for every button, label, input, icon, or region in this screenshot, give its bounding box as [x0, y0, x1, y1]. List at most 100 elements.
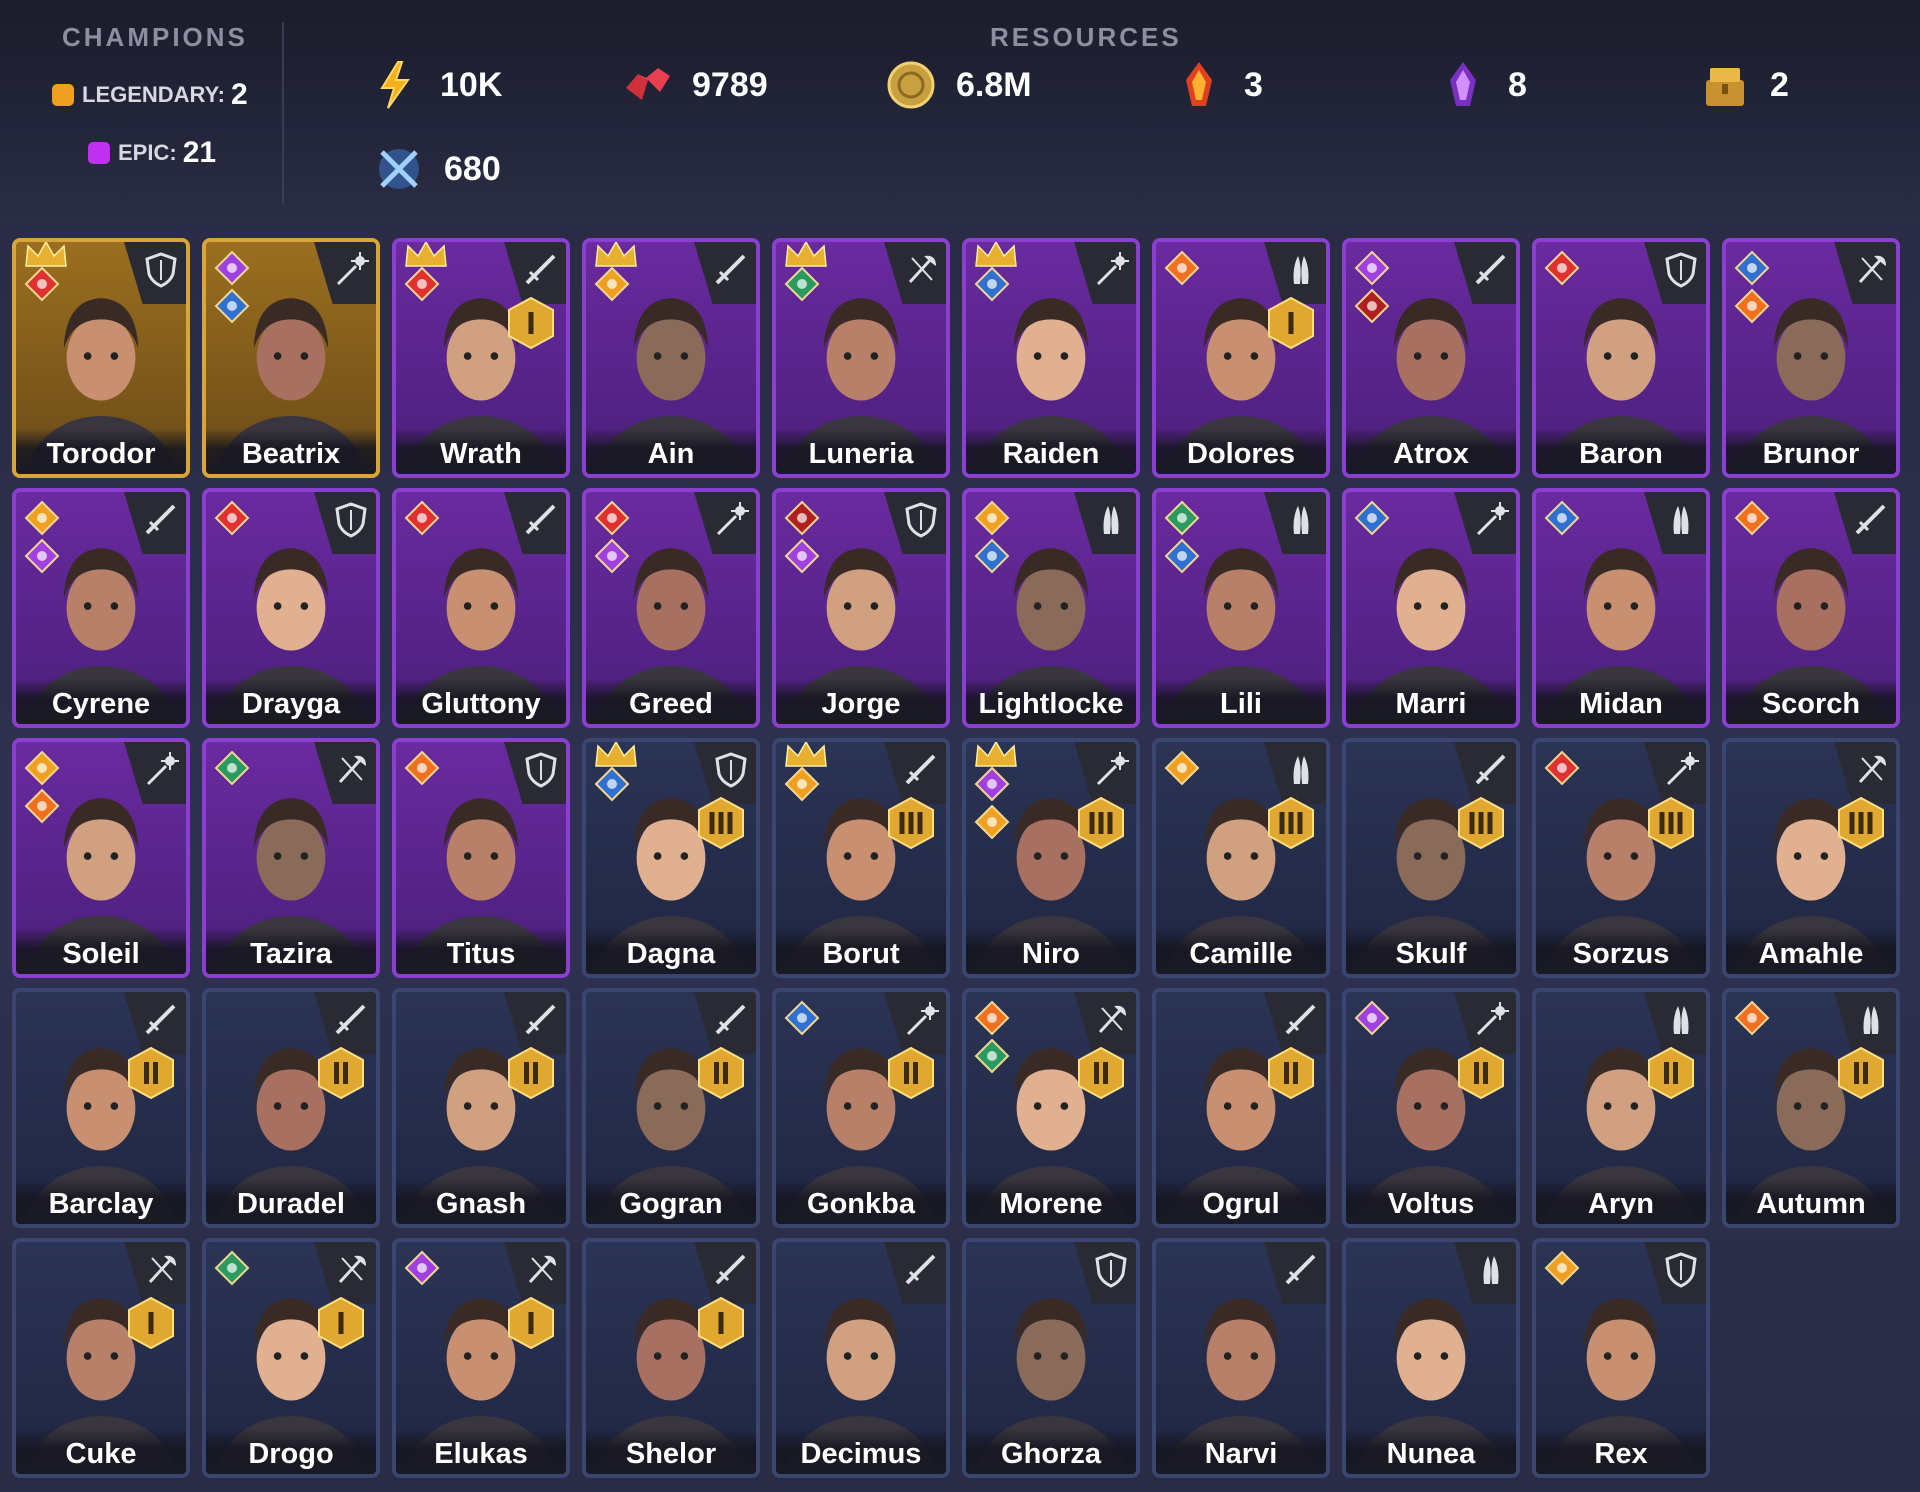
epic-count: 21	[182, 136, 217, 169]
champion-card[interactable]: Tazira	[202, 738, 380, 978]
champion-card[interactable]: Dolores	[1152, 238, 1330, 478]
void-affinity-icon	[594, 538, 630, 574]
champion-name: Torodor	[16, 428, 186, 474]
champion-card[interactable]: Ogrul	[1152, 988, 1330, 1228]
champion-card[interactable]: Ain	[582, 238, 760, 478]
champion-card[interactable]: Elukas	[392, 1238, 570, 1478]
champion-card[interactable]: Drogo	[202, 1238, 380, 1478]
champion-card[interactable]: Lili	[1152, 488, 1330, 728]
champion-name: Cyrene	[16, 678, 186, 724]
champion-name: Ogrul	[1156, 1178, 1326, 1224]
legendary-count-row: LEGENDARY: 2	[52, 78, 248, 112]
ember-affinity-icon	[24, 788, 60, 824]
champion-name: Lightlocke	[966, 678, 1136, 724]
champion-card[interactable]: Voltus	[1342, 988, 1520, 1228]
light-affinity-icon	[594, 266, 630, 302]
champion-card[interactable]: Drayga	[202, 488, 380, 728]
rank-badge-icon	[1266, 296, 1316, 350]
rank-badge-icon	[1076, 1046, 1126, 1100]
champion-card[interactable]: Niro	[962, 738, 1140, 978]
champion-card[interactable]: Gluttony	[392, 488, 570, 728]
rubies-value: 9789	[692, 65, 768, 104]
champion-card[interactable]: Torodor	[12, 238, 190, 478]
champion-card[interactable]: Greed	[582, 488, 760, 728]
champion-card[interactable]: Shelor	[582, 1238, 760, 1478]
legendary-label: LEGENDARY:	[82, 82, 225, 107]
water-affinity-icon	[1544, 500, 1580, 536]
champion-card[interactable]: Gogran	[582, 988, 760, 1228]
champion-card[interactable]: Atrox	[1342, 238, 1520, 478]
rank-badge-icon	[1076, 796, 1126, 850]
champion-card[interactable]: Sorzus	[1532, 738, 1710, 978]
champion-name: Barclay	[16, 1178, 186, 1224]
champion-card[interactable]: Barclay	[12, 988, 190, 1228]
ember-affinity-icon	[1164, 250, 1200, 286]
champion-card[interactable]: Gnash	[392, 988, 570, 1228]
champion-card[interactable]: Skulf	[1342, 738, 1520, 978]
resource-arena-token: 680	[372, 142, 501, 196]
champion-card[interactable]: Midan	[1532, 488, 1710, 728]
water-affinity-icon	[214, 288, 250, 324]
resources-title: RESOURCES	[990, 22, 1182, 52]
champion-name: Gonkba	[776, 1178, 946, 1224]
champions-title: CHAMPIONS	[62, 22, 248, 52]
champion-card[interactable]: Cuke	[12, 1238, 190, 1478]
champion-card[interactable]: Jorge	[772, 488, 950, 728]
champion-card[interactable]: Rex	[1532, 1238, 1710, 1478]
champion-name: Autumn	[1726, 1178, 1896, 1224]
champion-card[interactable]: Baron	[1532, 238, 1710, 478]
champion-card[interactable]: Amahle	[1722, 738, 1900, 978]
champion-card[interactable]: Aryn	[1532, 988, 1710, 1228]
champion-name: Skulf	[1346, 928, 1516, 974]
champion-card[interactable]: Narvi	[1152, 1238, 1330, 1478]
rank-badge-icon	[1836, 796, 1886, 850]
champion-card[interactable]: Gonkba	[772, 988, 950, 1228]
crown-icon	[404, 242, 448, 268]
champion-card[interactable]: Borut	[772, 738, 950, 978]
rank-badge-icon	[886, 1046, 936, 1100]
void-affinity-icon	[214, 250, 250, 286]
light-affinity-icon	[24, 500, 60, 536]
champion-name: Gogran	[586, 1178, 756, 1224]
champion-card[interactable]: Duradel	[202, 988, 380, 1228]
champion-name: Midan	[1536, 678, 1706, 724]
crown-icon	[784, 742, 828, 768]
champion-card[interactable]: Camille	[1152, 738, 1330, 978]
champion-card[interactable]: Soleil	[12, 738, 190, 978]
light-affinity-icon	[974, 804, 1010, 840]
champion-name: Gnash	[396, 1178, 566, 1224]
champion-card[interactable]: Scorch	[1722, 488, 1900, 728]
champion-name: Camille	[1156, 928, 1326, 974]
champion-card[interactable]: Lightlocke	[962, 488, 1140, 728]
champion-card[interactable]: Cyrene	[12, 488, 190, 728]
champion-name: Nunea	[1346, 1428, 1516, 1474]
water-affinity-icon	[594, 766, 630, 802]
nature-affinity-icon	[1164, 500, 1200, 536]
water-affinity-icon	[1354, 500, 1390, 536]
champion-name: Scorch	[1726, 678, 1896, 724]
champion-card[interactable]: Morene	[962, 988, 1140, 1228]
resource-void-crystal: 8	[1436, 58, 1527, 112]
rank-badge-icon	[126, 1046, 176, 1100]
rank-badge-icon	[1266, 1046, 1316, 1100]
champion-card[interactable]: Luneria	[772, 238, 950, 478]
rank-badge-icon	[1646, 1046, 1696, 1100]
champion-card[interactable]: Wrath	[392, 238, 570, 478]
champion-card[interactable]: Ghorza	[962, 1238, 1140, 1478]
champion-card[interactable]: Decimus	[772, 1238, 950, 1478]
champion-card[interactable]: Nunea	[1342, 1238, 1520, 1478]
champion-card[interactable]: Raiden	[962, 238, 1140, 478]
coin-icon	[884, 58, 938, 112]
champion-card[interactable]: Titus	[392, 738, 570, 978]
champion-card[interactable]: Beatrix	[202, 238, 380, 478]
champion-card[interactable]: Marri	[1342, 488, 1520, 728]
champion-card[interactable]: Brunor	[1722, 238, 1900, 478]
champion-name: Lili	[1156, 678, 1326, 724]
rank-badge-icon	[696, 1046, 746, 1100]
epic-dot-icon	[88, 142, 110, 164]
champion-card[interactable]: Dagna	[582, 738, 760, 978]
champion-card[interactable]: Autumn	[1722, 988, 1900, 1228]
resource-fire-crystal: 3	[1172, 58, 1263, 112]
champion-name: Titus	[396, 928, 566, 974]
void-affinity-icon	[1354, 1000, 1390, 1036]
